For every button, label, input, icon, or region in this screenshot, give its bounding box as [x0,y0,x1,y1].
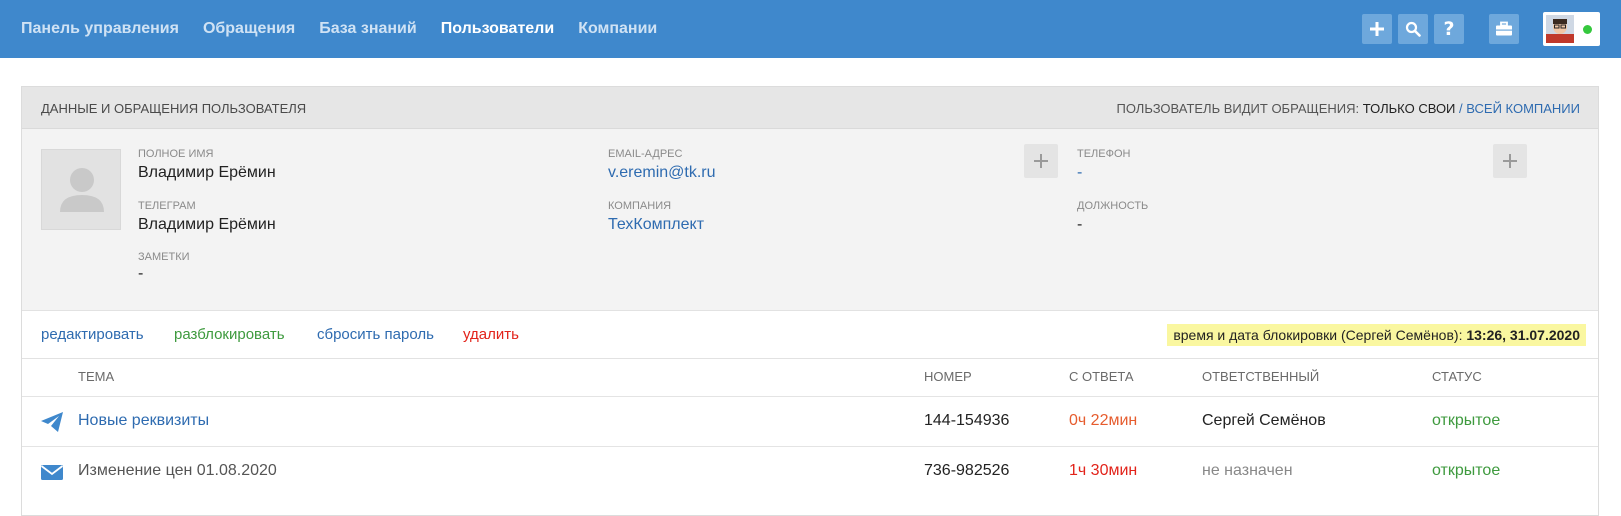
position-value: - [1077,216,1083,233]
col-header-status[interactable]: СТАТУС [1432,369,1482,384]
nav-item-companies[interactable]: Компании [578,20,657,38]
col-header-since-reply[interactable]: С ОТВЕТА [1069,369,1134,384]
plus-icon [1370,22,1384,36]
search-button[interactable] [1398,14,1428,44]
col-header-topic[interactable]: ТЕМА [78,369,114,384]
ticket-status: открытое [1432,462,1501,479]
visibility-separator: / [1459,101,1463,116]
ticket-since-reply: 0ч 22мин [1069,412,1138,429]
add-button[interactable] [1362,14,1392,44]
company-label: КОМПАНИЯ [608,200,672,212]
ticket-visibility: ПОЛЬЗОВАТЕЛЬ ВИДИТ ОБРАЩЕНИЯ: ТОЛЬКО СВО… [1117,101,1581,116]
card-header: ДАННЫЕ И ОБРАЩЕНИЯ ПОЛЬЗОВАТЕЛЯ ПОЛЬЗОВА… [22,87,1598,129]
ticket-number: 144-154936 [924,412,1010,429]
col-header-assignee[interactable]: ОТВЕТСТВЕННЫЙ [1202,369,1319,384]
online-status-dot [1583,25,1592,34]
full-name-value: Владимир Ерёмин [138,164,276,181]
telegram-value: Владимир Ерёмин [138,216,276,233]
phone-label: ТЕЛЕФОН [1077,148,1131,160]
nav-item-users[interactable]: Пользователи [441,20,554,38]
plus-icon [1503,154,1517,168]
user-card: ДАННЫЕ И ОБРАЩЕНИЯ ПОЛЬЗОВАТЕЛЯ ПОЛЬЗОВА… [21,86,1599,516]
help-button[interactable]: ? [1434,14,1464,44]
col-header-number[interactable]: НОМЕР [924,369,972,384]
visibility-own-option[interactable]: ТОЛЬКО СВОИ [1363,101,1456,116]
avatar [1546,15,1574,43]
company-link[interactable]: ТехКомплект [608,216,704,234]
briefcase-button[interactable] [1489,14,1519,44]
help-icon: ? [1443,18,1455,40]
notes-value: - [138,265,144,282]
ticket-topic-link[interactable]: Изменение цен 01.08.2020 [78,462,277,480]
edit-link[interactable]: редактировать [41,326,144,343]
top-navbar: Панель управления Обращения База знаний … [0,0,1621,58]
telegram-icon [41,412,63,432]
ticket-since-reply: 1ч 30мин [1069,462,1138,479]
reset-password-link[interactable]: сбросить пароль [317,326,434,343]
unblock-link[interactable]: разблокировать [174,326,285,343]
search-icon [1405,21,1421,37]
phone-value[interactable]: - [1077,164,1082,182]
nav-item-tickets[interactable]: Обращения [203,20,295,38]
telegram-label: ТЕЛЕГРАМ [138,200,196,212]
notes-label: ЗАМЕТКИ [138,251,190,263]
block-info-note: время и дата блокировки (Сергей Семёнов)… [1167,324,1586,346]
user-info: ПОЛНОЕ ИМЯ Владимир Ерёмин ТЕЛЕГРАМ Влад… [22,129,1598,311]
user-photo-placeholder[interactable] [41,149,121,230]
full-name-label: ПОЛНОЕ ИМЯ [138,148,214,160]
add-email-button[interactable] [1024,144,1058,178]
block-info-text: время и дата блокировки (Сергей Семёнов)… [1173,327,1463,343]
nav-item-knowledge-base[interactable]: База знаний [319,20,417,38]
table-row[interactable]: Изменение цен 01.08.2020 736-982526 1ч 3… [22,447,1598,497]
ticket-assignee: не назначен [1202,462,1293,479]
user-menu[interactable] [1543,12,1600,46]
block-info-datetime: 13:26, 31.07.2020 [1466,327,1580,343]
ticket-assignee: Сергей Семёнов [1202,412,1326,429]
email-link[interactable]: v.eremin@tk.ru [608,164,716,182]
plus-icon [1034,154,1048,168]
ticket-topic-link[interactable]: Новые реквизиты [78,412,209,430]
visibility-label: ПОЛЬЗОВАТЕЛЬ ВИДИТ ОБРАЩЕНИЯ: [1116,101,1360,116]
nav-item-dashboard[interactable]: Панель управления [21,20,179,38]
visibility-company-option[interactable]: ВСЕЙ КОМПАНИИ [1466,101,1580,116]
nav-links: Панель управления Обращения База знаний … [21,0,657,58]
table-row[interactable]: Новые реквизиты 144-154936 0ч 22мин Серг… [22,397,1598,447]
mail-icon [40,465,64,480]
email-label: EMAIL-АДРЕС [608,148,683,160]
ticket-status: открытое [1432,412,1501,429]
card-title: ДАННЫЕ И ОБРАЩЕНИЯ ПОЛЬЗОВАТЕЛЯ [41,101,307,116]
delete-link[interactable]: удалить [463,326,519,343]
add-phone-button[interactable] [1493,144,1527,178]
briefcase-icon [1496,21,1512,36]
user-actions: редактировать разблокировать сбросить па… [22,311,1598,359]
position-label: ДОЛЖНОСТЬ [1077,200,1149,212]
user-silhouette-icon [60,168,104,212]
ticket-number: 736-982526 [924,462,1010,479]
